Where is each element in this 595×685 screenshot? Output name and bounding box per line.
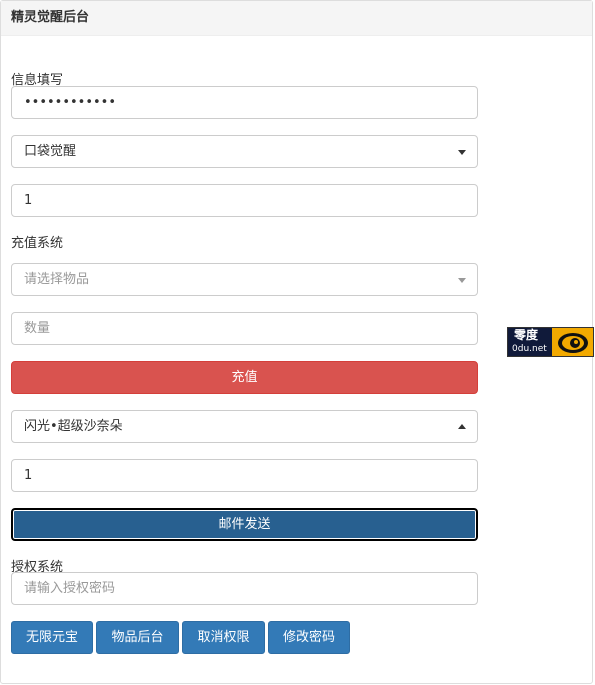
item-select-placeholder: 请选择物品 <box>24 272 90 287</box>
item-backend-button[interactable]: 物品后台 <box>96 621 179 654</box>
eye-logo-icon <box>552 328 593 356</box>
quantity-field[interactable]: 1 <box>11 184 478 217</box>
revoke-permission-button[interactable]: 取消权限 <box>182 621 265 654</box>
item-select[interactable]: 请选择物品 <box>11 263 478 296</box>
mail-item-value: 闪光•超级沙奈朵 <box>24 419 123 434</box>
mail-quantity-value: 1 <box>24 468 33 483</box>
site-logo: 零度 0du.net <box>507 327 594 357</box>
recharge-section-label: 充值系统 <box>11 236 64 251</box>
chevron-down-icon <box>458 150 466 155</box>
logo-line1: 零度 <box>514 328 539 342</box>
quantity-value: 1 <box>24 193 33 208</box>
panel-title: 精灵觉醒后台 <box>1 1 592 36</box>
password-field[interactable]: •••••••••••• <box>11 86 478 119</box>
logo-line2: 0du.net <box>512 344 547 354</box>
password-value: •••••••••••• <box>24 95 117 110</box>
chevron-up-icon <box>458 424 466 429</box>
amount-input[interactable] <box>11 312 478 345</box>
mail-quantity-field[interactable]: 1 <box>11 459 478 492</box>
mail-item-select[interactable]: 闪光•超级沙奈朵 <box>11 410 478 443</box>
logo-text-block: 零度 0du.net <box>508 328 552 356</box>
game-select[interactable]: 口袋觉醒 <box>11 135 478 168</box>
unlimited-gold-button[interactable]: 无限元宝 <box>11 621 93 654</box>
game-select-value: 口袋觉醒 <box>24 144 77 159</box>
send-mail-button[interactable]: 邮件发送 <box>11 508 478 541</box>
chevron-down-icon <box>458 278 466 283</box>
auth-password-input[interactable] <box>11 572 478 605</box>
change-password-button[interactable]: 修改密码 <box>268 621 350 654</box>
recharge-button[interactable]: 充值 <box>11 361 478 394</box>
